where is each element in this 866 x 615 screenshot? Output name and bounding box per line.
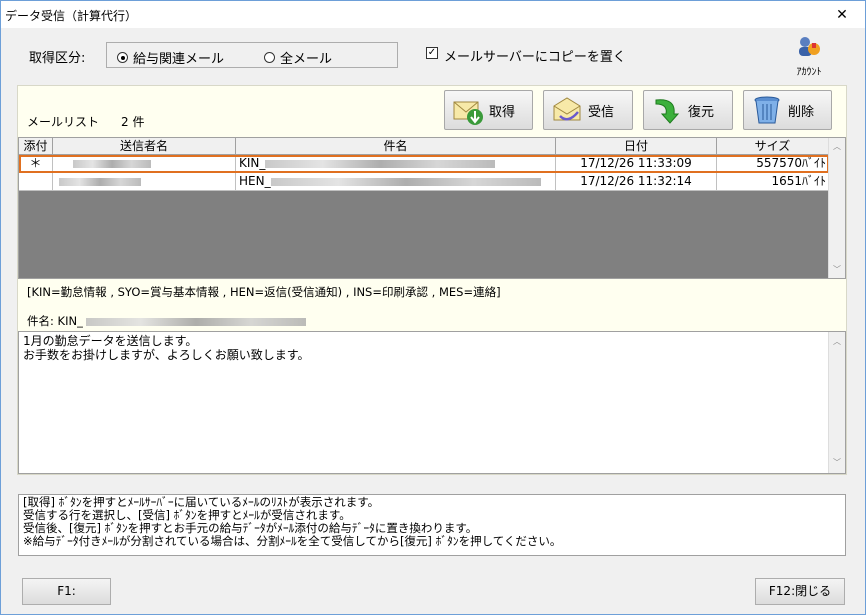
- subject-cell: HEN_: [236, 173, 556, 191]
- col-header-date[interactable]: 日付: [556, 138, 717, 155]
- radio-all-mail[interactable]: 全メール: [264, 48, 332, 67]
- close-icon: ✕: [836, 6, 848, 23]
- type-legend: [KIN=勤怠情報 , SYO=賞与基本情報 , HEN=返信(受信通知) , …: [27, 285, 501, 299]
- restore-label: 復元: [688, 104, 715, 120]
- radio-all-mail-label: 全メール: [280, 52, 333, 67]
- radio-salary-mail[interactable]: 給与関連メール: [117, 48, 224, 67]
- table-scrollbar[interactable]: ︿ ﹀: [828, 138, 845, 278]
- help-line: ※給与ﾃﾞｰﾀ付きﾒｰﾙが分割されている場合は、分割ﾒｰﾙを全て受信してから[復…: [23, 534, 562, 548]
- receive-button[interactable]: 受信: [543, 90, 633, 130]
- scroll-down-icon[interactable]: ﹀: [833, 456, 841, 470]
- receive-label: 受信: [588, 104, 615, 120]
- col-header-sender[interactable]: 送信者名: [53, 138, 236, 155]
- mail-count: 2 件: [121, 115, 145, 129]
- col-header-subject[interactable]: 件名: [236, 138, 556, 155]
- account-icon: [799, 37, 820, 56]
- size-cell: 1651ﾊﾞｲﾄ: [717, 173, 829, 191]
- redacted-subject: [270, 177, 541, 186]
- table-row[interactable]: HEN_ 17/12/26 11:32:14 1651ﾊﾞｲﾄ: [19, 173, 829, 191]
- mail-body-textarea[interactable]: 1月の勤怠データを送信します。 お手数をお掛けしますが、よろしくお願い致します。…: [18, 331, 846, 474]
- title-bar: データ受信（計算代行） ✕: [1, 1, 865, 28]
- close-button[interactable]: ✕: [819, 1, 865, 28]
- radio-dot-selected: [117, 52, 128, 63]
- delete-button[interactable]: 削除: [743, 90, 832, 130]
- account-label: ｱｶｳﾝﾄ: [796, 67, 822, 78]
- col-header-attach[interactable]: 添付: [19, 138, 53, 155]
- body-line: お手数をお掛けしますが、よろしくお願い致します。: [23, 348, 310, 362]
- main-window: データ受信（計算代行） ✕ 取得区分: 給与関連メール 全メール ✓ メールサー…: [0, 0, 866, 615]
- selection-highlight: [19, 155, 829, 173]
- delete-label: 削除: [788, 104, 815, 120]
- fetch-icon: [453, 101, 483, 125]
- body-scrollbar[interactable]: ︿ ﹀: [828, 332, 845, 473]
- sender-cell: [53, 173, 236, 191]
- fetch-button[interactable]: 取得: [444, 90, 533, 130]
- date-cell: 17/12/26 11:32:14: [556, 173, 717, 191]
- col-header-size[interactable]: サイズ: [717, 138, 829, 155]
- restore-button[interactable]: 復元: [643, 90, 733, 130]
- subject-line-label: 件名: KIN_: [27, 314, 83, 328]
- mail-table: 添付 送信者名 件名 日付 サイズ ＊ KIN_ 17/12/26 11:33:…: [18, 137, 846, 279]
- table-row[interactable]: ＊ KIN_ 17/12/26 11:33:09 557570ﾊﾞｲﾄ: [19, 155, 829, 173]
- redacted-subject-line: [86, 317, 307, 326]
- filter-label: 取得区分:: [29, 51, 86, 66]
- mail-list-label: メールリスト: [27, 115, 100, 129]
- body-line: 1月の勤怠データを送信します。: [23, 334, 198, 348]
- attach-cell: [19, 173, 53, 191]
- subject-prefix: HEN_: [239, 174, 271, 188]
- close-f12-button[interactable]: F12:閉じる: [755, 578, 845, 605]
- subject-line: 件名: KIN_: [27, 313, 307, 329]
- redacted-sender: [59, 177, 141, 186]
- copy-on-server-label: メールサーバーにコピーを置く: [444, 50, 626, 65]
- trash-icon: [754, 96, 780, 124]
- copy-on-server-checkbox[interactable]: ✓: [426, 47, 438, 59]
- filter-radio-group: 給与関連メール 全メール: [106, 42, 398, 68]
- restore-icon: [655, 99, 680, 124]
- scroll-up-icon[interactable]: ︿: [833, 335, 841, 349]
- help-text-panel: [取得] ﾎﾞﾀﾝを押すとﾒｰﾙｻｰﾊﾞｰに届いているﾒｰﾙのﾘｽﾄが表示されま…: [18, 494, 846, 556]
- account-button[interactable]: ｱｶｳﾝﾄ: [787, 35, 831, 79]
- window-title: データ受信（計算代行）: [5, 9, 138, 23]
- scroll-down-icon[interactable]: ﹀: [833, 264, 841, 275]
- radio-dot: [264, 52, 275, 63]
- radio-salary-mail-label: 給与関連メール: [133, 52, 225, 67]
- check-icon: ✓: [427, 47, 437, 58]
- scroll-up-icon[interactable]: ︿: [833, 141, 841, 152]
- fetch-label: 取得: [489, 104, 516, 120]
- receive-icon: [553, 97, 581, 121]
- f1-button[interactable]: F1:: [22, 578, 111, 605]
